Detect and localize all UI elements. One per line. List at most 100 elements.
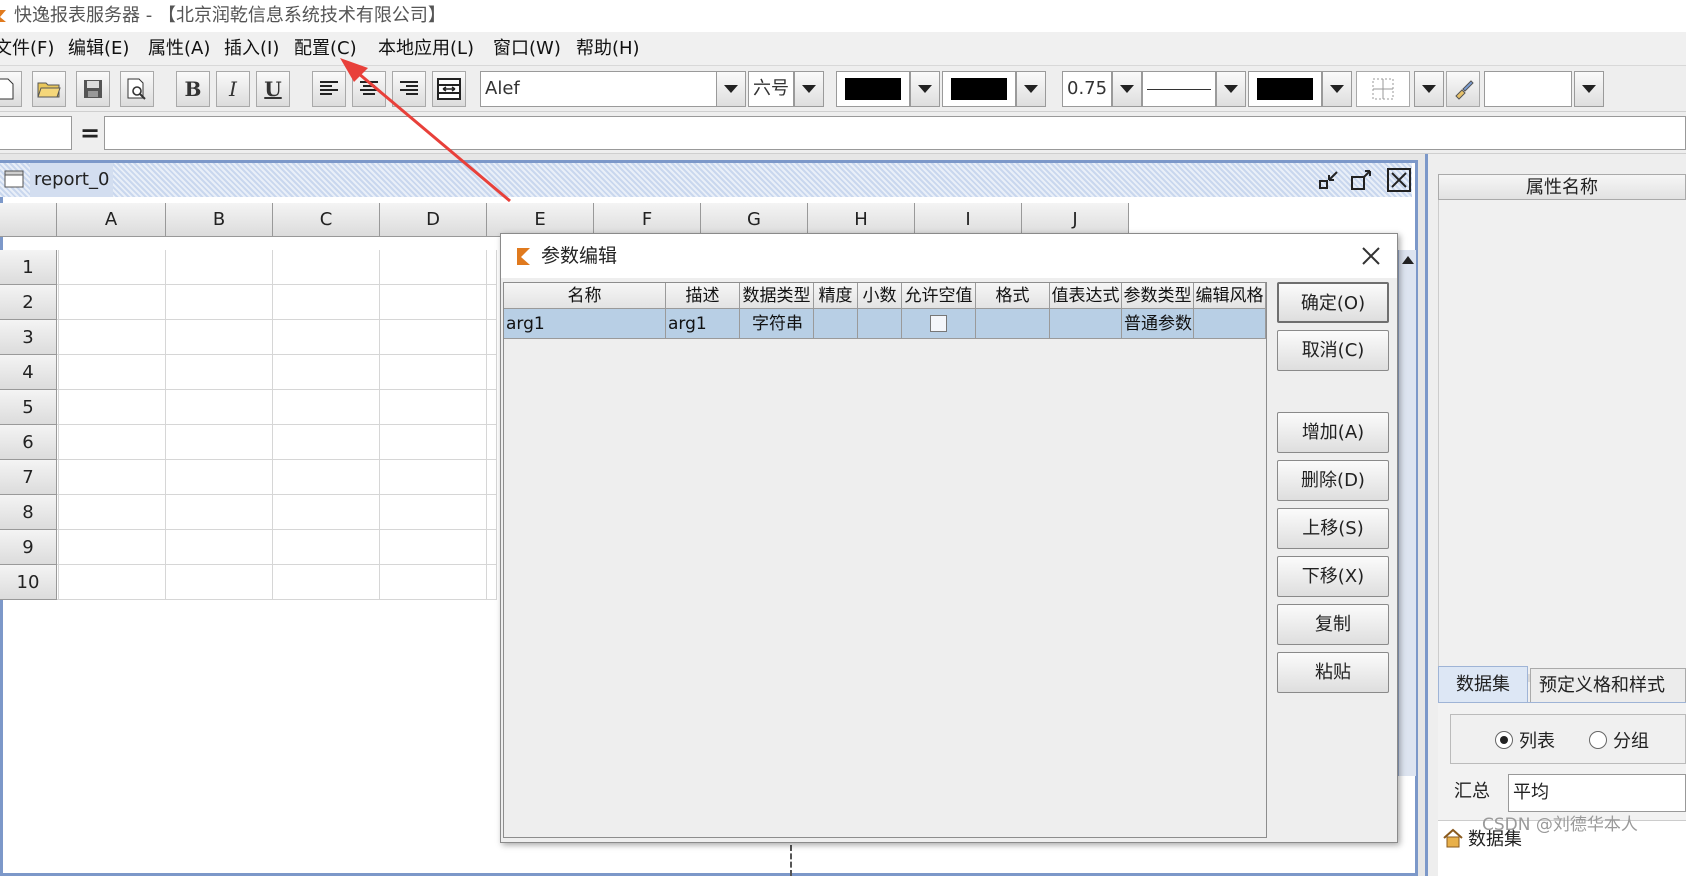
underline-button[interactable]: U bbox=[256, 71, 290, 107]
open-file-button[interactable] bbox=[32, 71, 66, 107]
column-header[interactable]: I bbox=[915, 203, 1022, 237]
cell-format[interactable] bbox=[976, 309, 1050, 339]
cell-desc[interactable]: arg1 bbox=[666, 309, 740, 339]
summary-select[interactable]: 平均 bbox=[1508, 774, 1686, 812]
align-center-button[interactable] bbox=[352, 71, 386, 107]
bold-button[interactable]: B bbox=[176, 71, 210, 107]
menu-properties[interactable]: 属性(A) bbox=[148, 32, 210, 66]
menu-help[interactable]: 帮助(H) bbox=[576, 32, 640, 66]
font-size-dropdown[interactable] bbox=[794, 71, 824, 107]
column-header[interactable]: F bbox=[594, 203, 701, 237]
row-header[interactable]: 9 bbox=[0, 530, 57, 565]
column-edit-style[interactable]: 编辑风格 bbox=[1194, 283, 1266, 309]
border-color-swatch[interactable] bbox=[1248, 71, 1322, 107]
format-painter-button[interactable] bbox=[1446, 71, 1480, 107]
cell-value-expr[interactable] bbox=[1050, 309, 1122, 339]
column-datatype[interactable]: 数据类型 bbox=[740, 283, 814, 309]
line-style-field[interactable] bbox=[1142, 71, 1216, 107]
tab-dataset[interactable]: 数据集 bbox=[1438, 666, 1528, 702]
line-style-dropdown[interactable] bbox=[1216, 71, 1246, 107]
move-down-button[interactable]: 下移(X) bbox=[1277, 556, 1389, 597]
ok-button[interactable]: 确定(O) bbox=[1277, 282, 1389, 323]
italic-button[interactable]: I bbox=[216, 71, 250, 107]
row-header[interactable]: 6 bbox=[0, 425, 57, 460]
vertical-scrollbar[interactable] bbox=[1398, 250, 1416, 776]
row-header[interactable]: 5 bbox=[0, 390, 57, 425]
paste-button[interactable]: 粘贴 bbox=[1277, 652, 1389, 693]
restore-icon[interactable] bbox=[1350, 169, 1372, 191]
add-button[interactable]: 增加(A) bbox=[1277, 412, 1389, 453]
radio-group[interactable] bbox=[1589, 731, 1607, 749]
align-left-button[interactable] bbox=[312, 71, 346, 107]
border-style-button[interactable] bbox=[1356, 71, 1410, 107]
minimize-icon[interactable] bbox=[1318, 169, 1340, 191]
close-icon[interactable] bbox=[1361, 246, 1381, 266]
column-format[interactable]: 格式 bbox=[976, 283, 1050, 309]
cell-precision[interactable] bbox=[814, 309, 858, 339]
menu-local-apps[interactable]: 本地应用(L) bbox=[378, 32, 474, 66]
property-name-header[interactable]: 属性名称 bbox=[1438, 174, 1686, 200]
align-right-button[interactable] bbox=[392, 71, 426, 107]
allow-null-checkbox[interactable] bbox=[930, 315, 947, 332]
menu-insert[interactable]: 插入(I) bbox=[224, 32, 279, 66]
scroll-up-icon[interactable] bbox=[1402, 256, 1414, 264]
copy-button[interactable]: 复制 bbox=[1277, 604, 1389, 645]
column-decimal[interactable]: 小数 bbox=[858, 283, 902, 309]
row-header[interactable]: 10 bbox=[0, 565, 57, 600]
fill-color-dropdown[interactable] bbox=[1016, 71, 1046, 107]
row-header[interactable]: 8 bbox=[0, 495, 57, 530]
font-name-field[interactable]: Alef bbox=[480, 71, 718, 107]
save-button[interactable] bbox=[76, 71, 110, 107]
menu-config[interactable]: 配置(C) bbox=[294, 32, 357, 66]
cell-datatype[interactable]: 字符串 bbox=[740, 309, 814, 339]
column-precision[interactable]: 精度 bbox=[814, 283, 858, 309]
font-color-swatch[interactable] bbox=[836, 71, 910, 107]
row-header[interactable]: 3 bbox=[0, 320, 57, 355]
menu-window[interactable]: 窗口(W) bbox=[493, 32, 561, 66]
font-size-field[interactable]: 六号 bbox=[748, 71, 794, 107]
cell-param-type[interactable]: 普通参数 bbox=[1122, 309, 1194, 339]
formula-input[interactable] bbox=[104, 116, 1686, 150]
merge-cells-button[interactable] bbox=[432, 71, 466, 107]
delete-button[interactable]: 删除(D) bbox=[1277, 460, 1389, 501]
column-header[interactable]: D bbox=[380, 203, 487, 237]
column-param-type[interactable]: 参数类型 bbox=[1122, 283, 1194, 309]
font-name-dropdown[interactable] bbox=[716, 71, 746, 107]
column-header[interactable]: J bbox=[1022, 203, 1129, 237]
row-header[interactable]: 4 bbox=[0, 355, 57, 390]
border-style-dropdown[interactable] bbox=[1414, 71, 1444, 107]
style-dropdown[interactable] bbox=[1574, 71, 1604, 107]
new-file-button[interactable] bbox=[0, 71, 22, 107]
column-allow-null[interactable]: 允许空值 bbox=[902, 283, 976, 309]
fill-color-swatch[interactable] bbox=[942, 71, 1016, 107]
row-header[interactable]: 1 bbox=[0, 250, 57, 285]
radio-list[interactable] bbox=[1495, 731, 1513, 749]
style-field[interactable] bbox=[1484, 71, 1572, 107]
sheet-grid[interactable] bbox=[57, 250, 497, 600]
cell-edit-style[interactable] bbox=[1194, 309, 1266, 339]
column-value-expr[interactable]: 值表达式 bbox=[1050, 283, 1122, 309]
column-header[interactable]: H bbox=[808, 203, 915, 237]
column-header[interactable]: C bbox=[273, 203, 380, 237]
move-up-button[interactable]: 上移(S) bbox=[1277, 508, 1389, 549]
column-desc[interactable]: 描述 bbox=[666, 283, 740, 309]
line-width-field[interactable]: 0.75 bbox=[1062, 71, 1112, 107]
column-name[interactable]: 名称 bbox=[504, 283, 666, 309]
column-header[interactable]: A bbox=[57, 203, 166, 237]
column-header[interactable]: G bbox=[701, 203, 808, 237]
cancel-button[interactable]: 取消(C) bbox=[1277, 330, 1389, 371]
cell-name[interactable]: arg1 bbox=[504, 309, 666, 339]
column-header[interactable]: B bbox=[166, 203, 273, 237]
corner-header[interactable] bbox=[0, 203, 57, 237]
line-width-dropdown[interactable] bbox=[1112, 71, 1142, 107]
cell-decimal[interactable] bbox=[858, 309, 902, 339]
row-header[interactable]: 2 bbox=[0, 285, 57, 320]
tab-predefined-styles[interactable]: 预定义格和样式 bbox=[1530, 668, 1686, 702]
border-color-dropdown[interactable] bbox=[1322, 71, 1352, 107]
menu-file[interactable]: 文件(F) bbox=[0, 32, 54, 66]
print-preview-button[interactable] bbox=[120, 71, 154, 107]
font-color-dropdown[interactable] bbox=[910, 71, 940, 107]
cell-name-field[interactable] bbox=[0, 116, 72, 150]
menu-edit[interactable]: 编辑(E) bbox=[68, 32, 129, 66]
column-header[interactable]: E bbox=[487, 203, 594, 237]
